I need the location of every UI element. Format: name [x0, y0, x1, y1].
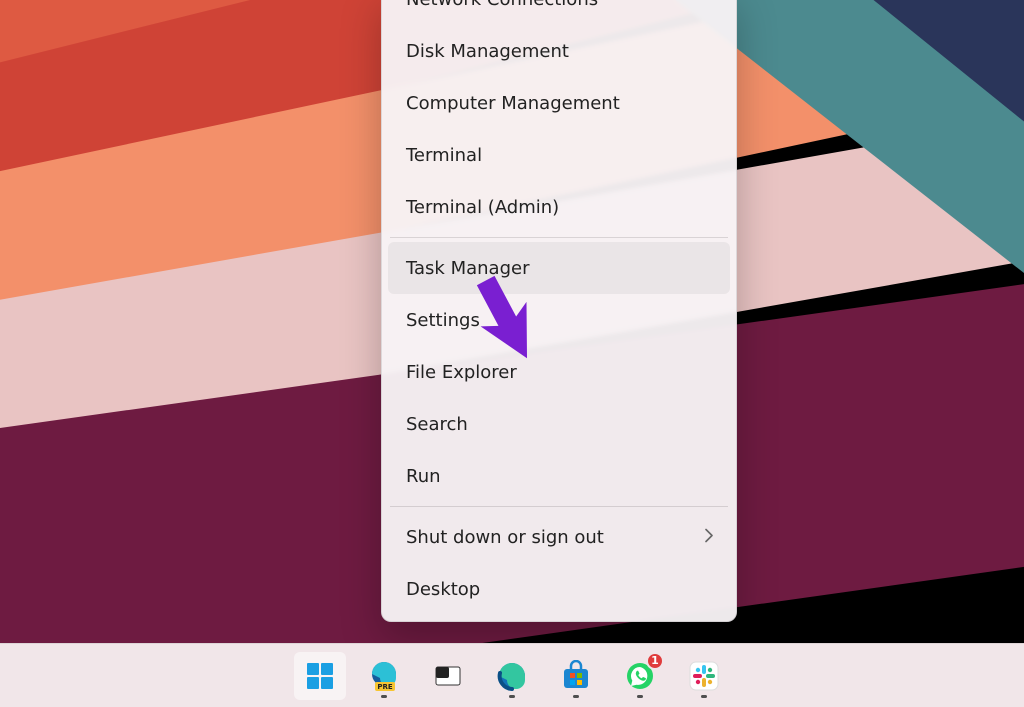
menu-item-search[interactable]: Search [388, 398, 730, 450]
menu-item-label: Settings [406, 310, 480, 331]
notification-badge: 1 [646, 652, 664, 670]
store-icon [560, 660, 592, 692]
menu-item-run[interactable]: Run [388, 450, 730, 502]
menu-item-shut-down-or-sign-out[interactable]: Shut down or sign out [388, 511, 730, 563]
menu-item-label: Desktop [406, 579, 480, 600]
taskbar-task-view[interactable] [422, 652, 474, 700]
taskbar-app-edge[interactable] [486, 652, 538, 700]
menu-separator [390, 506, 728, 507]
menu-item-label: Network Connections [406, 0, 598, 10]
menu-item-network-connections[interactable]: Network Connections [388, 0, 730, 25]
edge-icon [496, 660, 528, 692]
svg-text:PRE: PRE [377, 683, 393, 691]
menu-separator [390, 237, 728, 238]
menu-item-label: Run [406, 466, 441, 487]
menu-item-settings[interactable]: Settings [388, 294, 730, 346]
menu-item-label: File Explorer [406, 362, 517, 383]
menu-item-label: Task Manager [406, 258, 529, 279]
menu-item-disk-management[interactable]: Disk Management [388, 25, 730, 77]
menu-item-label: Terminal (Admin) [406, 197, 559, 218]
menu-item-file-explorer[interactable]: File Explorer [388, 346, 730, 398]
menu-item-label: Terminal [406, 145, 482, 166]
taskbar-app-slack[interactable] [678, 652, 730, 700]
menu-item-label: Computer Management [406, 93, 620, 114]
menu-item-terminal-admin[interactable]: Terminal (Admin) [388, 181, 730, 233]
taskbar-app-whatsapp[interactable]: 1 [614, 652, 666, 700]
winx-context-menu: Network Connections Disk Management Comp… [381, 0, 737, 622]
menu-item-desktop[interactable]: Desktop [388, 563, 730, 615]
menu-item-task-manager[interactable]: Task Manager [388, 242, 730, 294]
taskbar: PRE [0, 643, 1024, 707]
taskbar-app-store[interactable] [550, 652, 602, 700]
menu-item-computer-management[interactable]: Computer Management [388, 77, 730, 129]
menu-item-label: Shut down or sign out [406, 527, 604, 548]
start-button[interactable] [294, 652, 346, 700]
menu-item-label: Search [406, 414, 468, 435]
slack-icon [689, 661, 719, 691]
chevron-right-icon [704, 527, 714, 548]
edge-dev-icon: PRE [367, 659, 401, 693]
menu-item-terminal[interactable]: Terminal [388, 129, 730, 181]
desktop: Network Connections Disk Management Comp… [0, 0, 1024, 707]
windows-logo-icon [305, 661, 335, 691]
task-view-icon [433, 661, 463, 691]
menu-item-label: Disk Management [406, 41, 569, 62]
taskbar-app-edge-dev[interactable]: PRE [358, 652, 410, 700]
